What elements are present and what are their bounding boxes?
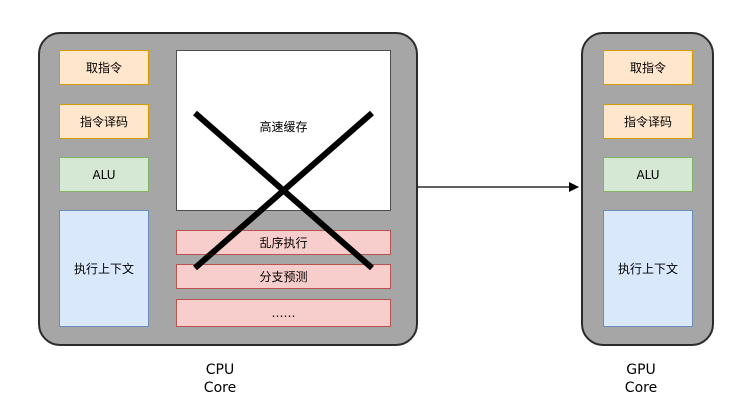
cpu-cache-block: 高速缓存	[176, 50, 391, 211]
gpu-alu-label: ALU	[636, 167, 660, 182]
gpu-caption: GPU Core	[601, 361, 681, 397]
cpu-caption: CPU Core	[180, 361, 260, 397]
gpu-alu-block: ALU	[603, 157, 693, 192]
cpu-decode-block: 指令译码	[59, 104, 149, 139]
cpu-decode-label: 指令译码	[79, 114, 128, 129]
cpu-branch-prediction-block: 分支预测	[176, 264, 391, 289]
cpu-alu-label: ALU	[92, 167, 116, 182]
cpu-context-block: 执行上下文	[59, 210, 149, 327]
cpu-caption-line2: Core	[203, 380, 237, 396]
gpu-fetch-block: 取指令	[603, 50, 693, 85]
cpu-cache-label: 高速缓存	[259, 119, 308, 134]
gpu-decode-label: 指令译码	[623, 114, 672, 129]
cpu-alu-block: ALU	[59, 157, 149, 192]
cpu-branch-prediction-label: 分支预测	[259, 269, 308, 284]
gpu-caption-line2: Core	[624, 380, 658, 396]
cpu-out-of-order-block: 乱序执行	[176, 230, 391, 255]
cpu-fetch-block: 取指令	[59, 50, 149, 85]
gpu-caption-line1: GPU	[626, 362, 656, 378]
gpu-context-block: 执行上下文	[603, 210, 693, 327]
cpu-out-of-order-label: 乱序执行	[259, 235, 308, 250]
gpu-fetch-label: 取指令	[629, 60, 666, 75]
gpu-context-label: 执行上下文	[617, 261, 678, 276]
cpu-context-label: 执行上下文	[73, 261, 134, 276]
cpu-caption-line1: CPU	[205, 362, 235, 378]
gpu-decode-block: 指令译码	[603, 104, 693, 139]
cpu-fetch-label: 取指令	[85, 60, 122, 75]
cpu-more-label: ……	[271, 306, 296, 320]
cpu-more-block: ……	[176, 299, 391, 327]
